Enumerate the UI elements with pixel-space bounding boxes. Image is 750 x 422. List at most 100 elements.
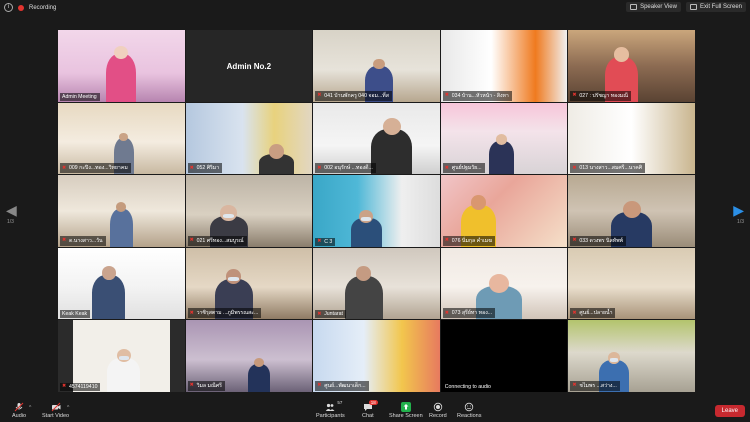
muted-microphone-icon: ✖ — [572, 309, 577, 316]
participant-video-tile[interactable]: Admin Meeting — [58, 30, 185, 102]
exit-fullscreen-icon — [689, 4, 697, 10]
video-gallery: Admin Meeting Admin No.2 ✖ 041 บ้านพักครู 0… — [58, 30, 695, 392]
participant-center-name: Admin No.2 — [226, 61, 272, 71]
participant-name: ศูนย์...พัฒนาเด็ก... — [324, 382, 366, 389]
chat-icon: 18 — [363, 400, 378, 412]
leave-button[interactable]: Leave — [714, 405, 745, 417]
muted-microphone-icon: ✖ — [317, 310, 322, 317]
participant-video-tile[interactable]: ✖ 076 นิ่มกุล คำเมฆ — [440, 175, 568, 247]
participant-video-tile[interactable]: ✖ ชไมพร ...สว่าง... — [568, 320, 695, 392]
participant-name-label: ✖ ด.นางสาว...วัน — [60, 235, 106, 246]
exit-fullscreen-button[interactable]: Exit Full Screen — [685, 2, 746, 12]
participant-name-label: ✖ ศูนย์ปฐมวัย... — [442, 163, 485, 174]
participant-name-label: ✖ Juntarat — [315, 310, 346, 319]
participant-video-tile[interactable]: ✖ ศูนย์ปฐมวัย... — [440, 102, 568, 175]
participant-face — [269, 144, 285, 159]
participant-video-tile[interactable]: ✖ 021 ศรีทอง...สมบูรณ์ — [185, 175, 313, 247]
participant-name-label: ✖ ชไมพร ...สว่าง... — [570, 380, 620, 391]
participant-video-tile[interactable]: ✖ Juntarat — [313, 247, 440, 320]
muted-microphone-icon: ✖ — [317, 92, 322, 99]
muted-microphone-icon: ✖ — [189, 237, 194, 244]
start-video-button[interactable]: Start Video — [42, 402, 69, 419]
participants-button[interactable]: 57 Participants — [316, 400, 345, 419]
audio-button[interactable]: Audio — [12, 402, 26, 419]
participant-name-label: ✖ 033 ดวงพร นิลทัพพ์ — [570, 235, 626, 246]
reactions-label: Reactions — [457, 413, 482, 419]
exit-fullscreen-label: Exit Full Screen — [699, 4, 742, 10]
participant-video-tile[interactable]: ✖ 027 : ปรัชญา ทองมณี — [568, 30, 695, 102]
participant-video-tile[interactable]: ✖ 041 บ้านพักครู 040 จอม...ที่ส — [313, 30, 440, 102]
participant-video-tile[interactable]: ✖ ศูนย์...พัฒนาเด็ก... — [313, 320, 440, 392]
face-mask — [361, 216, 372, 221]
participant-video-tile[interactable]: ✖ C 3 — [313, 175, 440, 247]
face-mask — [228, 277, 239, 282]
participant-face — [101, 266, 116, 280]
muted-microphone-icon: ✖ — [444, 92, 449, 99]
participant-face — [613, 47, 630, 62]
muted-microphone-icon: ✖ — [444, 309, 449, 316]
speaker-view-button[interactable]: Speaker View — [626, 2, 681, 12]
muted-microphone-icon: ✖ — [317, 238, 322, 245]
participant-name: 033 ดวงพร นิลทัพพ์ — [579, 237, 623, 244]
participant-name-label: ✖ 009 กะปิง...ทอง...วิทยาคม — [60, 163, 131, 174]
participant-figure — [107, 357, 141, 392]
participant-name-label: ✖ 052 ศิริมา — [187, 163, 223, 174]
participant-name-label: Admin Meeting — [60, 92, 100, 101]
participant-name-label: ✖ วิมล มณีศรี — [187, 380, 225, 391]
participant-name-label: Connecting to audio — [442, 382, 494, 391]
face-mask — [609, 358, 619, 362]
chat-button[interactable]: 18 Chat — [362, 400, 378, 419]
participant-video-tile[interactable]: ✖ ศูนย์...ปลายน้ำ — [568, 247, 695, 320]
page-indicator-right: 1/3 — [737, 219, 744, 225]
share-screen-label: Share Screen — [389, 413, 423, 419]
info-icon[interactable]: i — [4, 3, 13, 12]
next-page-arrow-icon[interactable]: ▶ — [733, 202, 744, 219]
recording-icon — [18, 4, 24, 11]
prev-page-arrow-icon[interactable]: ◀ — [6, 202, 17, 219]
participant-face — [382, 118, 401, 136]
participant-video-tile[interactable]: ✖ 002 อนุรักษ์ ...ทองดี... — [313, 102, 440, 175]
participant-video-tile[interactable]: Admin No.2 — [185, 30, 313, 102]
muted-microphone-icon: ✖ — [444, 237, 449, 244]
participant-video-tile[interactable]: ✖ 4574119410 — [58, 320, 185, 392]
participant-name: Juntarat — [324, 311, 343, 318]
participant-video-tile[interactable]: ✖ 034 บ้าน...หัวหน้า - สิงหา — [440, 30, 568, 102]
audio-label: Audio — [12, 413, 27, 419]
participant-name: ชไมพร ...สว่าง... — [579, 382, 617, 389]
participant-video-tile[interactable]: ✖ 052 ศิริมา — [185, 102, 313, 175]
participant-name: ศูนย์...ปลายน้ำ — [579, 310, 613, 317]
participant-video-tile[interactable]: ✖ วิมล มณีศรี — [185, 320, 313, 392]
participant-name-label: ✖ 041 บ้านพักครู 040 จอม...ที่ส — [315, 90, 392, 101]
chat-label: Chat — [362, 413, 374, 419]
participant-video-tile[interactable]: ✖ 073 สุรีย์ทา ทอง... — [440, 247, 568, 320]
muted-microphone-icon: ✖ — [317, 164, 322, 171]
participant-figure — [488, 141, 515, 175]
video-off-icon — [51, 402, 61, 412]
participant-name-label: ✖ C 3 — [315, 237, 336, 246]
participant-video-tile[interactable]: Connecting to audio — [440, 320, 568, 392]
participant-name: ด.นางสาว...วัน — [69, 237, 103, 244]
video-options-caret-icon[interactable]: ^ — [67, 405, 69, 411]
participant-video-tile[interactable]: ✖ 033 ดวงพร นิลทัพพ์ — [568, 175, 695, 247]
record-button[interactable]: Record — [429, 402, 447, 419]
participant-name: C 3 — [324, 238, 333, 245]
participant-name-label: ✖ 034 บ้าน...หัวหน้า - สิงหา — [442, 90, 512, 101]
recording-label: Recording — [29, 4, 57, 11]
participant-video-tile[interactable]: ✖ ด.นางสาว...วัน — [58, 175, 185, 247]
muted-microphone-icon: ✖ — [189, 164, 194, 171]
share-screen-button[interactable]: Share Screen — [389, 402, 423, 419]
participant-name: Admin Meeting — [62, 93, 97, 100]
participant-name: 034 บ้าน...หัวหน้า - สิงหา — [451, 92, 509, 99]
reactions-button[interactable]: Reactions — [457, 402, 481, 419]
muted-microphone-icon: ✖ — [572, 382, 577, 389]
participant-name-label: ✖ ศูนย์...ปลายน้ำ — [570, 308, 616, 319]
participants-count: 57 — [337, 400, 343, 405]
participant-video-tile[interactable]: ✖ วาซิรุสตาม ...ภูมิพรรณสะ... — [185, 247, 313, 320]
participant-name-label: ✖ 073 สุรีย์ทา ทอง... — [442, 308, 496, 319]
audio-options-caret-icon[interactable]: ^ — [29, 405, 31, 411]
participant-video-tile[interactable]: ✖ 009 กะปิง...ทอง...วิทยาคม — [58, 102, 185, 175]
top-right-controls: Speaker View Exit Full Screen — [626, 2, 746, 12]
participant-video-tile[interactable]: ✖ 013 นางสาว...สมศรี...นาคศิ — [568, 102, 695, 175]
speaker-view-icon — [630, 4, 638, 10]
participant-video-tile[interactable]: Keak Keak — [58, 247, 185, 320]
